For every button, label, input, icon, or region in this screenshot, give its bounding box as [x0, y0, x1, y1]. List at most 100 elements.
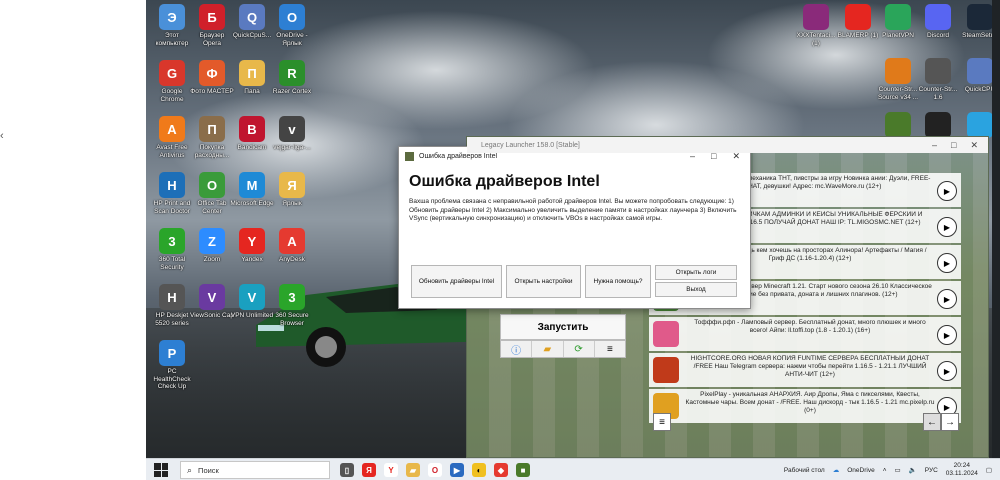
- yandex-browser-icon[interactable]: Y: [384, 463, 398, 477]
- desktop-icon[interactable]: Я Ярлык: [270, 172, 314, 208]
- server-row[interactable]: PixelPlay - уникальная АНАРХИЯ. Аир Дроп…: [649, 389, 961, 423]
- desktop-icon-label: PC HealthCheck Check Up: [153, 368, 191, 390]
- minecraft-icon[interactable]: ■: [516, 463, 530, 477]
- taskbar: ⌕ Поиск ▯ Я Y ▰ O ▶ ◐ ◆ ■ Рабочий стол ☁…: [146, 458, 1000, 480]
- desktop-icon[interactable]: H HP Deskjet 5520 series: [150, 284, 194, 327]
- play-icon[interactable]: ▶: [937, 289, 957, 309]
- refresh-icon[interactable]: ⟳: [564, 341, 595, 357]
- server-row[interactable]: Тофффи.рфп - Ламповый сервер. Бесплатный…: [649, 317, 961, 351]
- folder-icon[interactable]: ▰: [532, 341, 564, 357]
- chevron-up-icon[interactable]: ˄: [883, 467, 887, 474]
- desktop-icon[interactable]: Э Этот компьютер: [150, 4, 194, 47]
- desktop-icon[interactable]: Q QuickCpuS...: [230, 4, 274, 40]
- zoom-icon: Z: [199, 228, 225, 254]
- desktop-icon[interactable]: R Razer Cortex: [270, 60, 314, 96]
- folder-shortcut-icon: Я: [279, 172, 305, 198]
- 360-icon: 3: [159, 228, 185, 254]
- desktop-icon[interactable]: Counter-Str... Source v34 ...: [876, 58, 920, 101]
- play-icon[interactable]: ▶: [937, 217, 957, 237]
- right-edge-strip: [992, 0, 1000, 458]
- desktop-toolbar-label[interactable]: Рабочий стол: [784, 467, 825, 474]
- play-icon[interactable]: ▶: [937, 361, 957, 381]
- info-icon[interactable]: ⓘ: [501, 341, 533, 357]
- media-icon[interactable]: ▶: [450, 463, 464, 477]
- server-row[interactable]: HIGHTCORE.ORG НОВАЯ КОПИЯ FUNTIME СЕРВЕР…: [649, 353, 961, 387]
- desktop-icon[interactable]: П Покупка расходны...: [190, 116, 234, 159]
- desktop-icon[interactable]: Z Zoom: [190, 228, 234, 264]
- menu-icon[interactable]: ≡: [595, 341, 625, 357]
- computer-icon: Э: [159, 4, 185, 30]
- dialog-heading: Ошибка драйверов Intel: [409, 173, 600, 190]
- desktop-icon-label: Фото МАСТЕР: [190, 88, 234, 95]
- desktop-icon[interactable]: Ф Фото МАСТЕР: [190, 60, 234, 96]
- viewsonic-icon: V: [199, 284, 225, 310]
- desktop-icon[interactable]: M Microsoft Edge: [230, 172, 274, 208]
- language-indicator[interactable]: РУС: [925, 467, 938, 474]
- hp-doctor-icon: H: [159, 172, 185, 198]
- desktop-icon[interactable]: XXXTentaci... (1): [794, 4, 838, 47]
- desktop-icon[interactable]: O OneDrive - Ярлык: [270, 4, 314, 47]
- exit-button[interactable]: Выход: [655, 282, 737, 297]
- opera-icon[interactable]: O: [428, 463, 442, 477]
- desktop-icon[interactable]: O Office Tab Center: [190, 172, 234, 215]
- prev-page-icon[interactable]: ←: [923, 413, 941, 431]
- run-button[interactable]: Запустить: [500, 314, 626, 340]
- desktop-icon[interactable]: 3 360 Total Security: [150, 228, 194, 271]
- desktop-icon[interactable]: B Bandicam: [230, 116, 274, 152]
- printer-icon: H: [159, 284, 185, 310]
- desktop-icon-label: HP Print and Scan Doctor: [153, 200, 191, 215]
- desktop-icon[interactable]: П Папа: [230, 60, 274, 96]
- network-icon[interactable]: ▭: [895, 466, 901, 474]
- desktop-icon[interactable]: Discord: [916, 4, 960, 40]
- task-view-icon[interactable]: ▯: [340, 463, 354, 477]
- desktop-icon-label: HP Deskjet 5520 series: [155, 312, 189, 327]
- desktop-icon-label: Avast Free Antivirus: [156, 144, 188, 159]
- desktop-icon-label: Yandex: [241, 256, 263, 263]
- onedrive-icon[interactable]: ☁: [833, 466, 840, 474]
- nfs-icon: [925, 112, 951, 138]
- desktop-icon[interactable]: Counter-Str... 1.6: [916, 58, 960, 101]
- 360-browser-icon: 3: [279, 284, 305, 310]
- desktop-icon[interactable]: BLAMERP (1): [836, 4, 880, 40]
- desktop-icon[interactable]: A AnyDesk: [270, 228, 314, 264]
- desktop-icon[interactable]: Y Yandex: [230, 228, 274, 264]
- desktop-icon[interactable]: 3 360 Secure Browser: [270, 284, 314, 327]
- desktop-icon[interactable]: A Avast Free Antivirus: [150, 116, 194, 159]
- onedrive-label[interactable]: OneDrive: [847, 467, 874, 474]
- dialog-title: Ошибка драйверов Intel: [419, 152, 498, 160]
- hamburger-menu-icon[interactable]: ≡: [653, 413, 671, 431]
- cs16-icon: [925, 58, 951, 84]
- clock[interactable]: 20:24 03.11.2024: [946, 462, 978, 478]
- close-icon[interactable]: ✕: [970, 140, 978, 151]
- yandex-icon[interactable]: Я: [362, 463, 376, 477]
- explorer-icon[interactable]: ▰: [406, 463, 420, 477]
- start-button[interactable]: [154, 463, 168, 477]
- desktop-icon[interactable]: Б Браузер Opera: [190, 4, 234, 47]
- desktop-icon-label: Counter-Str... 1.6: [918, 86, 958, 101]
- razer-icon: R: [279, 60, 305, 86]
- desktop-icon-label: PlanetVPN: [882, 32, 914, 39]
- desktop-icon[interactable]: V ViewSonic Cap: [190, 284, 234, 320]
- desktop-icon[interactable]: G Google Chrome: [150, 60, 194, 103]
- desktop-icon[interactable]: PlanetVPN: [876, 4, 920, 40]
- beeline-icon[interactable]: ◐: [472, 463, 486, 477]
- search-box[interactable]: ⌕ Поиск: [180, 461, 330, 479]
- desktop-icon[interactable]: H HP Print and Scan Doctor: [150, 172, 194, 215]
- open-settings-button[interactable]: Открыть настройки: [506, 265, 581, 298]
- minimize-icon[interactable]: –: [932, 140, 937, 151]
- volume-icon[interactable]: 🔈: [909, 466, 917, 474]
- play-icon[interactable]: ▶: [937, 253, 957, 273]
- maximize-icon[interactable]: □: [951, 140, 956, 151]
- desktop-icon[interactable]: P PC HealthCheck Check Up: [150, 340, 194, 391]
- play-icon[interactable]: ▶: [937, 325, 957, 345]
- help-button[interactable]: Нужна помощь?: [585, 265, 651, 298]
- desktop-icon[interactable]: V VPN Unlimited: [230, 284, 274, 320]
- next-page-icon[interactable]: →: [941, 413, 959, 431]
- desktop-icon[interactable]: v vejgar-liga-...: [270, 116, 314, 152]
- play-icon[interactable]: ▶: [937, 181, 957, 201]
- anydesk-icon[interactable]: ◆: [494, 463, 508, 477]
- update-drivers-button[interactable]: Обновить драйверы Intel: [411, 265, 502, 298]
- notifications-icon[interactable]: ▢: [986, 466, 992, 474]
- open-logs-button[interactable]: Открыть логи: [655, 265, 737, 280]
- desktop-icon-label: Zoom: [203, 256, 221, 263]
